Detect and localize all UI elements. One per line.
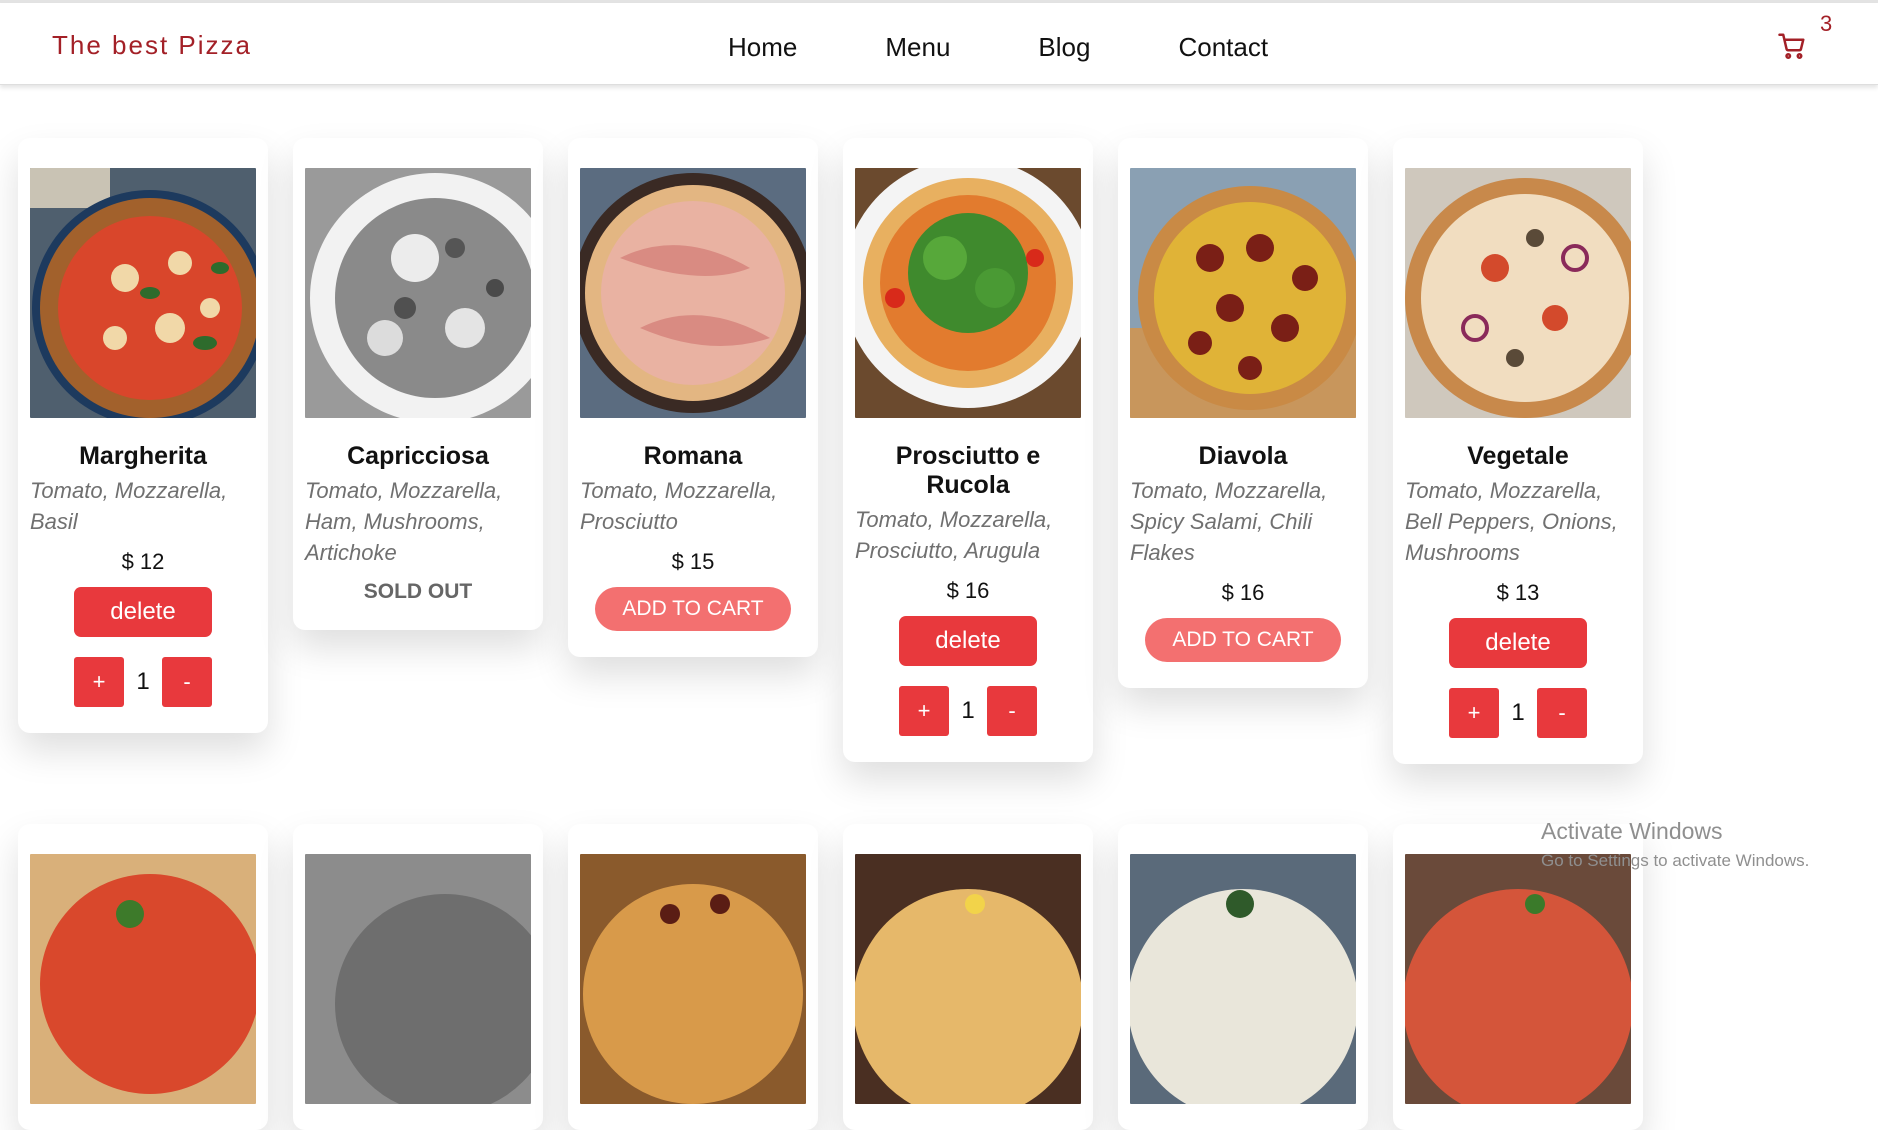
quantity-stepper: + 1 -	[30, 657, 256, 707]
decrement-button[interactable]: -	[1537, 688, 1587, 738]
windows-activation-watermark: Activate Windows Go to Settings to activ…	[1541, 818, 1871, 871]
product-card-capricciosa: Capricciosa Tomato, Mozzarella, Ham, Mus…	[293, 138, 543, 630]
quantity-value: 1	[1511, 699, 1525, 726]
product-price: $ 13	[1496, 580, 1540, 605]
nav-menu[interactable]: Menu	[885, 32, 950, 63]
product-row	[18, 824, 1658, 1130]
quantity-value: 1	[136, 668, 150, 695]
quantity-stepper: + 1 -	[855, 686, 1081, 736]
nav-blog[interactable]: Blog	[1038, 32, 1090, 63]
product-card-margherita: Margherita Tomato, Mozzarella, Basil $ 1…	[18, 138, 268, 733]
product-price: $ 15	[671, 549, 715, 574]
brand-logo[interactable]: The best Pizza	[52, 30, 252, 61]
product-description: Tomato, Mozzarella, Spicy Salami, Chili …	[1130, 478, 1328, 565]
product-card-vegetale: Vegetale Tomato, Mozzarella, Bell Pepper…	[1393, 138, 1643, 764]
product-name: Vegetale	[1467, 442, 1569, 470]
product-card	[18, 824, 268, 1130]
pizza-image-prosciutto-e-rucola	[855, 168, 1081, 418]
pizza-image	[580, 854, 806, 1104]
add-to-cart-button[interactable]: ADD TO CART	[595, 587, 791, 631]
product-name: Romana	[643, 442, 743, 470]
main-nav: Home Menu Blog Contact	[728, 32, 1356, 63]
increment-button[interactable]: +	[1449, 688, 1499, 738]
delete-button[interactable]: delete	[1449, 618, 1587, 668]
product-description: Tomato, Mozzarella, Basil	[30, 478, 228, 534]
pizza-image-margherita	[30, 168, 256, 418]
increment-button[interactable]: +	[74, 657, 124, 707]
top-navbar: The best Pizza Home Menu Blog Contact 3	[0, 3, 1878, 85]
cart-count-badge: 3	[1820, 11, 1833, 36]
pizza-image-romana	[580, 168, 806, 418]
pizza-image-vegetale	[1405, 168, 1631, 418]
product-description: Tomato, Mozzarella, Bell Peppers, Onions…	[1405, 478, 1618, 565]
product-row: Margherita Tomato, Mozzarella, Basil $ 1…	[18, 138, 1658, 764]
watermark-title: Activate Windows	[1541, 818, 1723, 844]
product-grid: Margherita Tomato, Mozzarella, Basil $ 1…	[18, 138, 1658, 1130]
product-card	[293, 824, 543, 1130]
product-price: $ 16	[946, 578, 990, 603]
product-name: Margherita	[79, 442, 207, 470]
add-to-cart-button[interactable]: ADD TO CART	[1145, 618, 1341, 662]
nav-contact[interactable]: Contact	[1178, 32, 1268, 63]
product-price: $ 16	[1221, 580, 1265, 605]
pizza-image-diavola	[1130, 168, 1356, 418]
delete-button[interactable]: delete	[899, 616, 1037, 666]
pizza-image	[1130, 854, 1356, 1104]
increment-button[interactable]: +	[899, 686, 949, 736]
product-name: Capricciosa	[347, 442, 489, 470]
nav-home[interactable]: Home	[728, 32, 797, 63]
product-description: Tomato, Mozzarella, Prosciutto	[580, 478, 778, 534]
product-card-diavola: Diavola Tomato, Mozzarella, Spicy Salami…	[1118, 138, 1368, 688]
decrement-button[interactable]: -	[162, 657, 212, 707]
pizza-image	[855, 854, 1081, 1104]
quantity-value: 1	[961, 697, 975, 724]
product-card-romana: Romana Tomato, Mozzarella, Prosciutto $ …	[568, 138, 818, 657]
watermark-subtitle: Go to Settings to activate Windows.	[1541, 851, 1810, 870]
pizza-image-capricciosa	[305, 168, 531, 418]
cart-icon[interactable]	[1777, 31, 1807, 61]
product-description: Tomato, Mozzarella, Prosciutto, Arugula	[855, 507, 1053, 563]
product-name: Diavola	[1198, 442, 1288, 470]
product-description: Tomato, Mozzarella, Ham, Mushrooms, Arti…	[305, 478, 503, 565]
decrement-button[interactable]: -	[987, 686, 1037, 736]
pizza-image	[30, 854, 256, 1104]
product-name: Prosciutto e Rucola	[895, 442, 1041, 499]
product-card-prosciutto-e-rucola: Prosciutto e Rucola Tomato, Mozzarella, …	[843, 138, 1093, 762]
product-card	[1118, 824, 1368, 1130]
pizza-image	[305, 854, 531, 1104]
sold-out-label: SOLD OUT	[363, 580, 473, 603]
delete-button[interactable]: delete	[74, 587, 212, 637]
pizza-image	[1405, 854, 1631, 1104]
product-card	[843, 824, 1093, 1130]
product-price: $ 12	[121, 549, 165, 574]
quantity-stepper: + 1 -	[1405, 688, 1631, 738]
product-card	[568, 824, 818, 1130]
